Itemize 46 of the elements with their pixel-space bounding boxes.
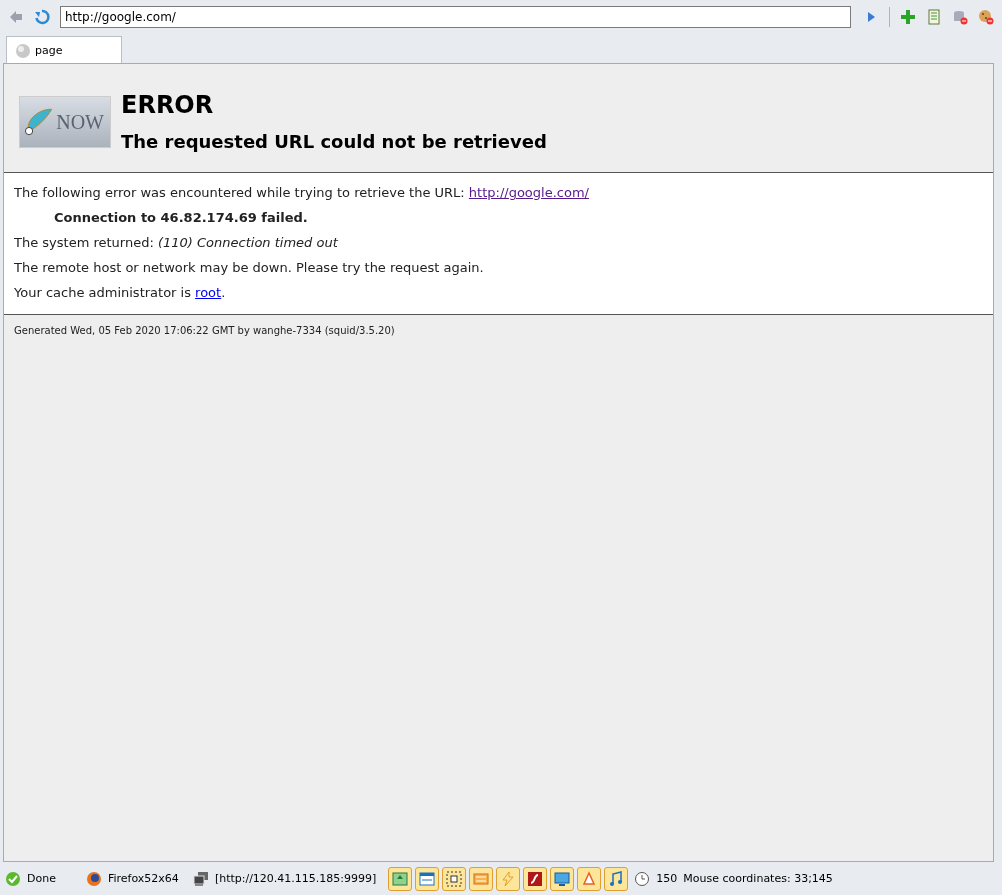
database-remove-icon[interactable] xyxy=(952,9,968,25)
check-icon xyxy=(5,870,21,887)
advice-text: The remote host or network may be down. Please try the request again. xyxy=(14,260,485,275)
globe-icon xyxy=(15,42,31,59)
browser-text: Firefox52x64 xyxy=(107,872,179,885)
admin-text: Your cache administrator is xyxy=(14,285,191,300)
css-toggle-button[interactable] xyxy=(469,866,494,891)
bell-toggle-button[interactable] xyxy=(577,866,602,891)
page-tab[interactable]: page xyxy=(6,36,122,64)
system-returned-text: The system returned: (110) Connection timed out xyxy=(14,235,339,250)
frame-toggle-button[interactable] xyxy=(442,866,467,891)
status-text: Done xyxy=(27,872,56,885)
clock-icon xyxy=(634,870,651,887)
flash-icon xyxy=(527,870,544,887)
error-title: ERROR xyxy=(121,91,215,119)
url-field[interactable]: http://google.com/ xyxy=(60,6,851,28)
css-icon xyxy=(473,870,490,887)
url-link[interactable]: http://google.com/ xyxy=(468,185,589,200)
period-text: . xyxy=(221,285,226,300)
music-toggle-button[interactable] xyxy=(604,866,629,891)
firefox-icon xyxy=(85,870,102,887)
mouse-coordinates-text: Mouse coordinates: 33;145 xyxy=(683,872,833,885)
flash-toggle-button[interactable] xyxy=(523,866,548,891)
squid-logo: NOW xyxy=(19,96,111,148)
error-message: Connection to 46.82.174.69 failed. xyxy=(53,210,309,225)
error-subtitle: The requested URL could not be retrieved xyxy=(121,131,547,152)
plus-icon[interactable] xyxy=(900,9,916,25)
footer-text: Generated Wed, 05 Feb 2020 17:06:22 GMT by wanghe-7334 (squid/3.5.20) xyxy=(13,324,396,338)
refresh-icon[interactable] xyxy=(34,9,50,25)
image-toggle-button[interactable] xyxy=(388,866,413,891)
timeout-text: 150 xyxy=(656,872,678,885)
bolt-toggle-button[interactable] xyxy=(496,866,521,891)
window-icon xyxy=(419,870,436,887)
proxy-text: [http://120.41.115.185:9999] xyxy=(214,872,377,885)
window-toggle-button[interactable] xyxy=(415,866,440,891)
bolt-icon xyxy=(500,870,517,887)
screen-icon xyxy=(554,870,571,887)
screen-toggle-button[interactable] xyxy=(550,866,575,891)
music-icon xyxy=(608,870,625,887)
back-arrow-icon[interactable] xyxy=(8,9,24,25)
document-icon[interactable] xyxy=(926,9,942,25)
frame-icon xyxy=(446,870,463,887)
intro-text: The following error was encountered while trying to retrieve the URL: xyxy=(14,185,465,200)
computers-icon xyxy=(192,870,209,887)
cookie-remove-icon[interactable] xyxy=(978,9,994,25)
image-icon xyxy=(392,870,409,887)
